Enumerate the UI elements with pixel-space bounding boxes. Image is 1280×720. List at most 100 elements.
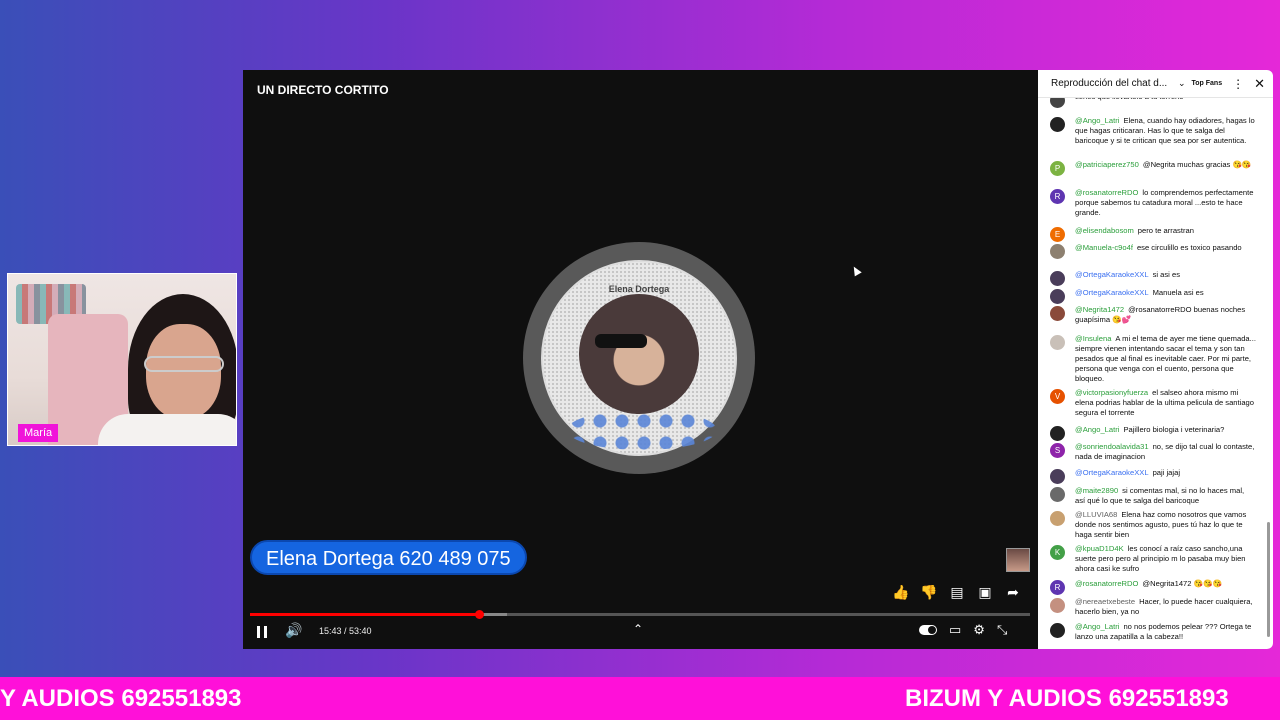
streamer-glasses (144, 356, 224, 372)
chat-author[interactable]: @OrtegaKaraokeXXL (1075, 468, 1149, 477)
chat-mode-dropdown[interactable]: Reproducción del chat d... (1051, 78, 1176, 89)
chat-author[interactable]: @sonriendoalavida31 (1075, 442, 1149, 451)
comment-icon[interactable]: ▤ (947, 582, 967, 602)
chat-message-body: @Negrita1472 @rosanatorreRDO buenas noche… (1075, 305, 1256, 325)
avatar[interactable]: K (1050, 545, 1065, 560)
chat-author[interactable]: @Ango_Latri (1075, 116, 1119, 125)
chat-author[interactable]: @OrtegaKaraokeXXL (1075, 270, 1149, 279)
chat-author[interactable]: @elisendabosom (1075, 226, 1134, 235)
chat-text: pero te arrastran (1137, 226, 1194, 235)
like-icon[interactable]: 👍 (891, 582, 911, 602)
chat-text: @Negrita muchas gracias 😘😘 (1142, 160, 1252, 169)
chat-message: @nereaetxebeste Hacer, lo puede hacer cua… (1050, 597, 1256, 617)
chat-message: @Ango_Latri Elena, cuando hay odiadores, … (1050, 116, 1256, 146)
progress-bar[interactable] (250, 610, 1030, 619)
autoplay-toggle[interactable] (919, 625, 937, 635)
avatar[interactable]: S (1050, 443, 1065, 458)
avatar[interactable] (1050, 598, 1065, 613)
chat-author[interactable]: @Ango_Latri (1075, 425, 1119, 434)
volume-icon[interactable]: 🔊 (285, 622, 302, 639)
chat-author[interactable]: @Manuela-c9o4f (1075, 243, 1133, 252)
chat-message: @Ango_Latri no nos podemos pelear ??? Ort… (1050, 622, 1256, 642)
chat-message-body: @OrtegaKaraokeXXL si asi es (1075, 270, 1180, 286)
avatar[interactable] (1050, 289, 1065, 304)
chat-message: @maite2890 si comentas mal, si no lo hace… (1050, 486, 1256, 506)
avatar[interactable] (1050, 244, 1065, 259)
chat-message-body: @LLUVIA68 Elena haz como nosotros que vam… (1075, 510, 1256, 540)
chat-message-body: @Ango_Latri Elena, cuando hay odiadores, … (1075, 116, 1256, 146)
avatar[interactable] (1050, 306, 1065, 321)
avatar[interactable] (1050, 271, 1065, 286)
chat-text: Pajillero biologia i veterinaria? (1123, 425, 1225, 434)
avatar[interactable] (1050, 511, 1065, 526)
avatar[interactable] (1050, 469, 1065, 484)
avatar[interactable]: R (1050, 189, 1065, 204)
chat-message-body: @Ango_Latri Pajillero biologia i veterina… (1075, 425, 1224, 441)
chat-messages[interactable]: tienes que llevártelo a tu terreno @Ango_… (1038, 98, 1273, 649)
avatar[interactable]: V (1050, 389, 1065, 404)
avatar[interactable] (1050, 623, 1065, 638)
avatar[interactable]: E (1050, 227, 1065, 242)
chevron-up-icon[interactable]: ⌃ (633, 622, 643, 636)
chat-icon[interactable]: ▣ (975, 582, 995, 602)
avatar-ring-text: Elena Dortega (608, 284, 670, 294)
chat-author[interactable]: @victorpasionyfuerza (1075, 388, 1148, 397)
chat-author[interactable]: @rosanatorreRDO (1075, 188, 1138, 197)
avatar[interactable]: R (1050, 580, 1065, 595)
mini-avatar-thumbnail[interactable] (1006, 548, 1030, 572)
chat-author[interactable]: @rosanatorreRDO (1075, 579, 1138, 588)
avatar[interactable]: P (1050, 161, 1065, 176)
chat-author[interactable]: @LLUVIA68 (1075, 510, 1117, 519)
right-controls: ▭ ⚙ ⤡ (919, 622, 1007, 638)
chat-message-body: @elisendabosom pero te arrastran (1075, 226, 1194, 242)
chat-text: si asi es (1152, 270, 1180, 279)
exit-fullscreen-icon[interactable]: ⤡ (997, 622, 1007, 638)
chat-message: @OrtegaKaraokeXXL Manuela asi es (1050, 288, 1256, 304)
chat-text: ese circulillo es toxico pasando (1136, 243, 1242, 252)
share-icon[interactable]: ➦ (1003, 582, 1023, 602)
chat-message-body: @Manuela-c9o4f ese circulillo es toxico p… (1075, 243, 1242, 259)
video-title: UN DIRECTO CORTITO (257, 83, 389, 97)
top-fans-badge[interactable]: Top Fans (1192, 80, 1223, 87)
progress-knob[interactable] (475, 610, 485, 619)
chat-author[interactable]: @Negrita1472 (1075, 305, 1124, 314)
chat-author[interactable]: @Ango_Latri (1075, 622, 1119, 631)
channel-avatar: Elena Dortega (523, 242, 755, 474)
chat-author[interactable]: @Insulena (1075, 334, 1111, 343)
chat-message: tienes que llevártelo a tu terreno (1050, 98, 1256, 108)
video-player[interactable]: UN DIRECTO CORTITO Elena Dortega Elena D… (243, 70, 1038, 649)
close-icon[interactable]: ✕ (1254, 76, 1265, 92)
chat-message: K @kpuaD1D4K les conocí a raíz caso sancho… (1050, 544, 1256, 574)
avatar[interactable] (1050, 117, 1065, 132)
phone-banner: Elena Dortega 620 489 075 (250, 540, 527, 575)
chat-author[interactable]: @OrtegaKaraokeXXL (1075, 288, 1149, 297)
chat-message-body: @patriciaperez750 @Negrita muchas gracias… (1075, 160, 1251, 176)
chat-author[interactable]: @kpuaD1D4K (1075, 544, 1124, 553)
chat-message: @Ango_Latri Pajillero biologia i veterina… (1050, 425, 1256, 441)
chat-message-body: @rosanatorreRDO @Negrita1472 😘😘😘 (1075, 579, 1222, 595)
chat-message-body: @nereaetxebeste Hacer, lo puede hacer cua… (1075, 597, 1256, 617)
webcam-name-tag: María (18, 424, 59, 442)
dislike-icon[interactable]: 👎 (919, 582, 939, 602)
chat-message: @Manuela-c9o4f ese circulillo es toxico p… (1050, 243, 1256, 259)
avatar[interactable] (1050, 98, 1065, 108)
avatar[interactable] (1050, 426, 1065, 441)
chat-message: R @rosanatorreRDO @Negrita1472 😘😘😘 (1050, 579, 1256, 595)
chat-text: Manuela asi es (1152, 288, 1204, 297)
settings-icon[interactable]: ⚙ (973, 622, 985, 638)
chat-author[interactable]: @nereaetxebeste (1075, 597, 1135, 606)
chat-author[interactable]: @patriciaperez750 (1075, 160, 1139, 169)
chat-message: @Insulena A mi el tema de ayer me tiene q… (1050, 334, 1256, 384)
chat-scrollbar[interactable] (1267, 522, 1270, 637)
chat-text: paji jajaj (1152, 468, 1181, 477)
chat-author[interactable]: @maite2890 (1075, 486, 1118, 495)
avatar[interactable] (1050, 335, 1065, 350)
subtitles-icon[interactable]: ▭ (949, 622, 961, 638)
chat-message: @Negrita1472 @rosanatorreRDO buenas noche… (1050, 305, 1256, 325)
more-options-icon[interactable]: ⋮ (1232, 77, 1244, 91)
pause-icon[interactable] (257, 626, 267, 638)
chat-message-body: @OrtegaKaraokeXXL Manuela asi es (1075, 288, 1204, 304)
avatar[interactable] (1050, 487, 1065, 502)
player-controls: 🔊 15:43 / 53:40 ⌃ ▭ ⚙ ⤡ (243, 622, 1038, 644)
chevron-down-icon[interactable]: ⌄ (1178, 78, 1186, 89)
